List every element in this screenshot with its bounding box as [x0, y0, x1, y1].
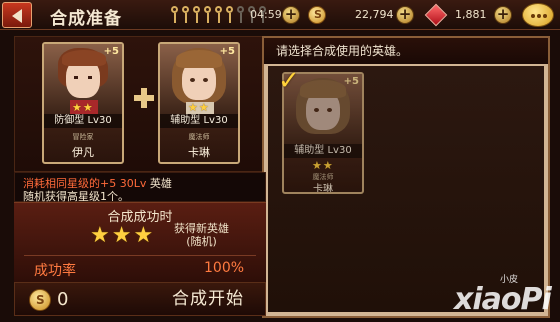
key-icon	[170, 6, 179, 24]
gem-amount: 1,881	[455, 8, 487, 21]
site-watermark: 小皮 xiaoPi	[448, 272, 558, 320]
gold-amount: 22,794	[355, 8, 394, 21]
add-gems-button[interactable]: +	[494, 6, 512, 24]
key-icon	[225, 6, 234, 24]
star-icon: ★	[198, 101, 209, 114]
star-icon: ★	[82, 101, 93, 114]
chat-bubble-icon[interactable]	[522, 3, 554, 27]
hero-name: 卡琳	[313, 184, 333, 194]
fusion-action-bar: 0 合成开始	[14, 282, 266, 316]
add-keys-button[interactable]: +	[282, 6, 300, 24]
material-hero-card-2[interactable]: +5 ★ ★ 辅助型 Lv30 魔法师 卡琳	[158, 42, 240, 164]
gold-coin-icon	[29, 289, 51, 311]
star-icon: ★	[90, 223, 110, 248]
success-rate-value: 100%	[204, 260, 245, 276]
fusion-cost: 0	[57, 289, 69, 310]
new-hero-result: 获得新英雄 (随机)	[174, 222, 229, 248]
key-icon	[192, 6, 201, 24]
star-icon: ★	[111, 223, 132, 248]
hero-type-level: 辅助型 Lv30	[160, 114, 238, 128]
select-hero-prompt: 请选择合成使用的英雄。	[264, 38, 548, 64]
result-stars: ★ ★ ★	[90, 225, 153, 247]
fusion-requirement-info: 消耗相同星级的+5 30Lv 英雄 随机获得高星级1个。	[14, 172, 266, 203]
star-icon: ★	[312, 159, 322, 172]
new-hero-line-1: 获得新英雄	[174, 222, 229, 235]
back-button[interactable]	[2, 2, 32, 28]
star-icon: ★	[72, 101, 82, 114]
hero-type-level: 辅助型 Lv30	[284, 144, 362, 158]
new-hero-line-2: (随机)	[186, 235, 217, 248]
hero-stars: ★ ★	[188, 102, 209, 113]
key-icon	[236, 6, 245, 24]
hero-class: 魔法师	[188, 133, 210, 141]
hero-type-level: 防御型 Lv30	[44, 114, 122, 128]
combine-plus-icon	[134, 88, 154, 108]
key-icon	[203, 6, 212, 24]
start-fusion-button[interactable]: 合成开始	[155, 285, 261, 313]
key-timer: 04:59	[250, 8, 282, 21]
star-icon: ★	[188, 101, 198, 114]
plus-level-badge: +5	[103, 46, 119, 57]
material-hero-card-1[interactable]: +5 ★ ★ 防御型 Lv30 冒险家 伊凡	[42, 42, 124, 164]
hero-stars: ★ ★	[312, 160, 333, 171]
star-icon: ★	[133, 223, 154, 248]
add-gold-button[interactable]: +	[396, 6, 414, 24]
page-title: 合成准备	[50, 9, 122, 29]
hero-name: 伊凡	[72, 146, 94, 159]
success-result-panel: 合成成功时 ★ ★ ★ 获得新英雄 (随机) 成功率 100%	[14, 202, 266, 282]
star-icon: ★	[322, 159, 333, 172]
watermark-text: xiaoPi	[454, 282, 552, 317]
plus-level-badge: +5	[219, 46, 235, 57]
key-icon	[214, 6, 223, 24]
gold-coin-icon	[308, 6, 326, 24]
divider	[24, 255, 256, 256]
key-icon	[181, 6, 190, 24]
hero-class: 冒险家	[72, 133, 94, 141]
plus-level-badge: +5	[343, 76, 359, 87]
requirement-rest: 英雄	[146, 177, 172, 190]
success-rate-label: 成功率	[34, 263, 76, 279]
hero-name: 卡琳	[188, 146, 210, 159]
hero-stars: ★ ★	[72, 102, 93, 113]
selected-check-icon: ✓	[278, 66, 300, 96]
